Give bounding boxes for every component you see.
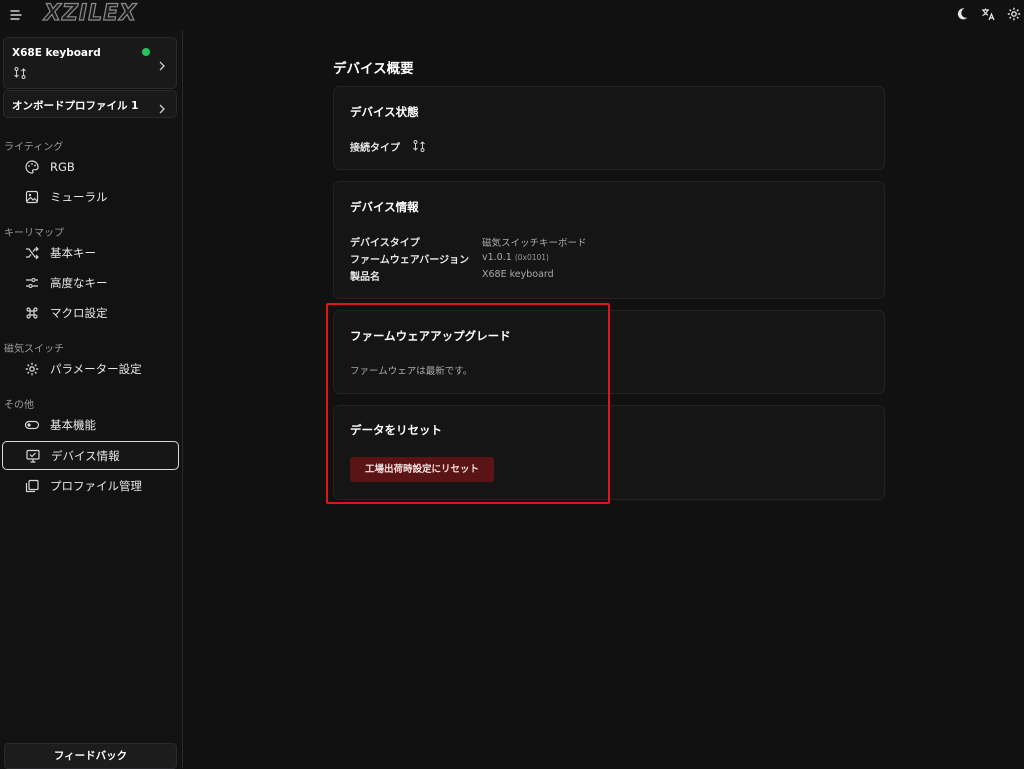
sidebar-item-label: RGB	[50, 160, 75, 174]
shuffle-icon	[24, 245, 40, 261]
profile-selector[interactable]: オンボードプロファイル 1	[3, 90, 177, 118]
page-title: デバイス概要	[333, 61, 414, 77]
sidebar-item-label: 基本機能	[50, 418, 96, 432]
menu-icon[interactable]	[8, 7, 24, 23]
chevron-right-icon	[158, 56, 166, 75]
command-icon	[24, 305, 40, 321]
sliders-icon	[24, 275, 40, 291]
firmware-version-value: v1.0.1 (0x0101)	[482, 252, 549, 263]
usb-connection-icon	[13, 65, 27, 84]
top-bar: XZILEX	[0, 0, 1024, 30]
device-status-card: デバイス状態 接続タイプ	[333, 86, 885, 170]
device-type-label: デバイスタイプ	[350, 238, 420, 249]
sidebar-item-profile-management[interactable]: プロファイル管理	[2, 472, 177, 500]
profile-label: オンボードプロファイル 1	[12, 100, 139, 112]
reset-data-card: データをリセット 工場出荷時設定にリセット	[333, 405, 885, 500]
sidebar-item-label: デバイス情報	[51, 448, 120, 463]
sidebar-item-label: マクロ設定	[50, 306, 108, 320]
translate-icon[interactable]	[980, 6, 996, 22]
firmware-version-label: ファームウェアバージョン	[350, 255, 470, 266]
sidebar-item-basic-functions[interactable]: 基本機能	[2, 411, 177, 439]
sidebar-item-rgb[interactable]: RGB	[2, 153, 177, 181]
sidebar-item-advanced-keys[interactable]: 高度なキー	[2, 269, 177, 297]
sidebar-item-label: プロファイル管理	[50, 479, 142, 493]
section-title-lighting: ライティング	[4, 142, 64, 153]
connection-type-label: 接続タイプ	[350, 143, 400, 154]
device-name: X68E keyboard	[12, 47, 101, 59]
device-info-card: デバイス情報 デバイスタイプ 磁気スイッチキーボード ファームウェアバージョン …	[333, 181, 885, 299]
moon-icon[interactable]	[954, 6, 970, 22]
feedback-button[interactable]: フィードバック	[4, 743, 177, 769]
section-title-magnetic-switch: 磁気スイッチ	[4, 344, 64, 355]
firmware-version-hex: (0x0101)	[514, 253, 549, 262]
sidebar-item-label: パラメーター設定	[50, 362, 142, 376]
section-title-keymap: キーリマップ	[4, 228, 64, 239]
card-title: デバイス情報	[350, 200, 419, 214]
factory-reset-button[interactable]: 工場出荷時設定にリセット	[350, 457, 494, 482]
device-selector[interactable]: X68E keyboard	[3, 37, 177, 89]
product-name-value: X68E keyboard	[482, 269, 554, 280]
palette-icon	[24, 159, 40, 175]
sidebar-item-label: ミューラル	[50, 190, 108, 204]
section-title-other: その他	[4, 400, 34, 411]
gear-icon[interactable]	[1006, 6, 1022, 22]
firmware-version-number: v1.0.1	[482, 252, 512, 263]
sidebar: X68E keyboard オンボードプロファイル 1 ライティング RGB ミ…	[0, 30, 183, 769]
card-title: デバイス状態	[350, 105, 419, 119]
sidebar-item-label: 基本キー	[50, 246, 96, 260]
card-title: データをリセット	[350, 423, 442, 437]
copy-icon	[24, 478, 40, 494]
sidebar-item-macro[interactable]: マクロ設定	[2, 299, 177, 327]
card-title: ファームウェアアップグレード	[350, 329, 511, 343]
connection-status-dot	[142, 48, 150, 56]
image-icon	[24, 189, 40, 205]
gear-icon	[24, 361, 40, 377]
firmware-upgrade-card: ファームウェアアップグレード ファームウェアは最新です。	[333, 310, 885, 394]
sidebar-item-parameters[interactable]: パラメーター設定	[2, 355, 177, 383]
toggle-icon	[24, 417, 40, 433]
sidebar-item-mural[interactable]: ミューラル	[2, 183, 177, 211]
sidebar-item-label: 高度なキー	[50, 276, 108, 290]
app-logo: XZILEX	[43, 0, 138, 26]
chevron-right-icon	[158, 99, 166, 118]
monitor-icon	[25, 448, 41, 464]
product-name-label: 製品名	[350, 272, 380, 283]
device-type-value: 磁気スイッチキーボード	[482, 238, 587, 249]
sidebar-item-basic-keys[interactable]: 基本キー	[2, 239, 177, 267]
sidebar-item-device-info[interactable]: デバイス情報	[2, 441, 179, 470]
usb-connection-icon	[412, 138, 426, 157]
firmware-status-text: ファームウェアは最新です。	[350, 366, 473, 377]
